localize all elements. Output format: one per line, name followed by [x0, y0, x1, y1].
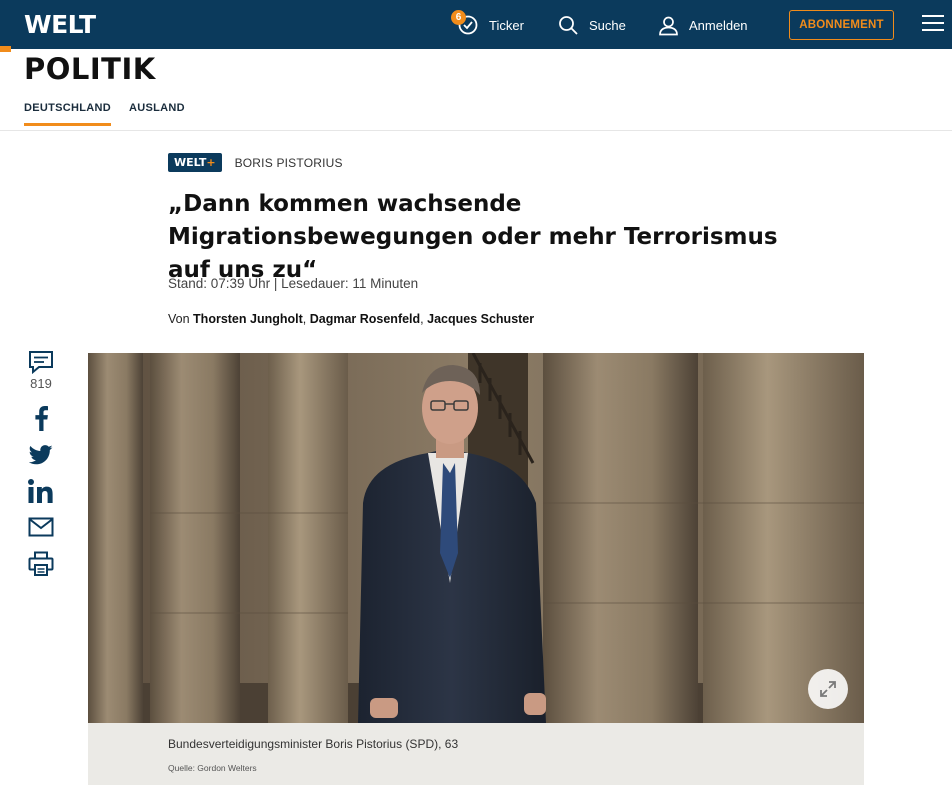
tab-deutschland[interactable]: DEUTSCHLAND: [24, 102, 112, 126]
comment-icon: [29, 351, 53, 374]
section-subnav: DEUTSCHLAND AUSLAND: [24, 102, 203, 126]
header-accent-stripe: [0, 46, 11, 52]
comment-count: 819: [30, 376, 52, 391]
portrait-photo: [88, 353, 864, 723]
section-divider: [0, 130, 952, 131]
tab-ausland[interactable]: AUSLAND: [129, 102, 185, 126]
article-topic[interactable]: BORIS PISTORIUS: [235, 156, 343, 170]
linkedin-icon: [28, 479, 53, 503]
article-kicker: WELT+ BORIS PISTORIUS: [168, 153, 343, 172]
facebook-share-button[interactable]: [26, 405, 56, 431]
user-icon: [659, 16, 678, 35]
ticker-icon: 6: [451, 10, 479, 36]
share-bar: 819: [26, 350, 56, 577]
article-meta: Stand: 07:39 Uhr | Lesedauer: 11 Minuten: [168, 276, 419, 291]
article-hero-image[interactable]: [88, 353, 864, 723]
image-caption-box: Bundesverteidigungsminister Boris Pistor…: [88, 723, 864, 785]
login-label: Anmelden: [689, 17, 748, 33]
article-authors: Von Thorsten Jungholt, Dagmar Rosenfeld,…: [168, 312, 535, 326]
ticker-count-badge: 6: [451, 10, 466, 25]
twitter-share-button[interactable]: [26, 445, 56, 465]
author-link[interactable]: Jacques Schuster: [427, 312, 534, 326]
expand-image-button[interactable]: [808, 669, 848, 709]
image-credit: Quelle: Gordon Welters: [168, 763, 257, 773]
author-link[interactable]: Thorsten Jungholt: [193, 312, 303, 326]
section-title[interactable]: POLITIK: [24, 52, 156, 86]
search-icon: [559, 15, 578, 35]
login-button[interactable]: Anmelden: [658, 12, 748, 38]
print-icon: [28, 551, 54, 576]
linkedin-share-button[interactable]: [26, 479, 56, 503]
ticker-button[interactable]: 6 Ticker: [451, 10, 524, 38]
subscribe-button[interactable]: ABONNEMENT: [789, 10, 894, 40]
facebook-icon: [35, 406, 48, 431]
comments-button[interactable]: 819: [26, 350, 56, 391]
hamburger-menu-icon[interactable]: [922, 15, 944, 33]
welt-plus-badge: WELT+: [168, 153, 222, 172]
search-label: Suche: [589, 17, 626, 33]
mail-icon: [28, 517, 54, 537]
search-button[interactable]: Suche: [558, 12, 626, 38]
print-button[interactable]: [26, 551, 56, 577]
top-navigation-bar: WELT 6 Ticker Suche Anmelden ABONNEMENT: [0, 0, 952, 52]
ticker-label: Ticker: [489, 17, 524, 33]
author-link[interactable]: Dagmar Rosenfeld: [310, 312, 420, 326]
image-caption: Bundesverteidigungsminister Boris Pistor…: [168, 737, 459, 751]
mail-share-button[interactable]: [26, 517, 56, 537]
article-headline: „Dann kommen wachsende Migrationsbewegun…: [168, 191, 778, 283]
expand-icon: [820, 681, 836, 697]
welt-logo[interactable]: WELT: [24, 10, 96, 39]
twitter-icon: [29, 445, 53, 465]
